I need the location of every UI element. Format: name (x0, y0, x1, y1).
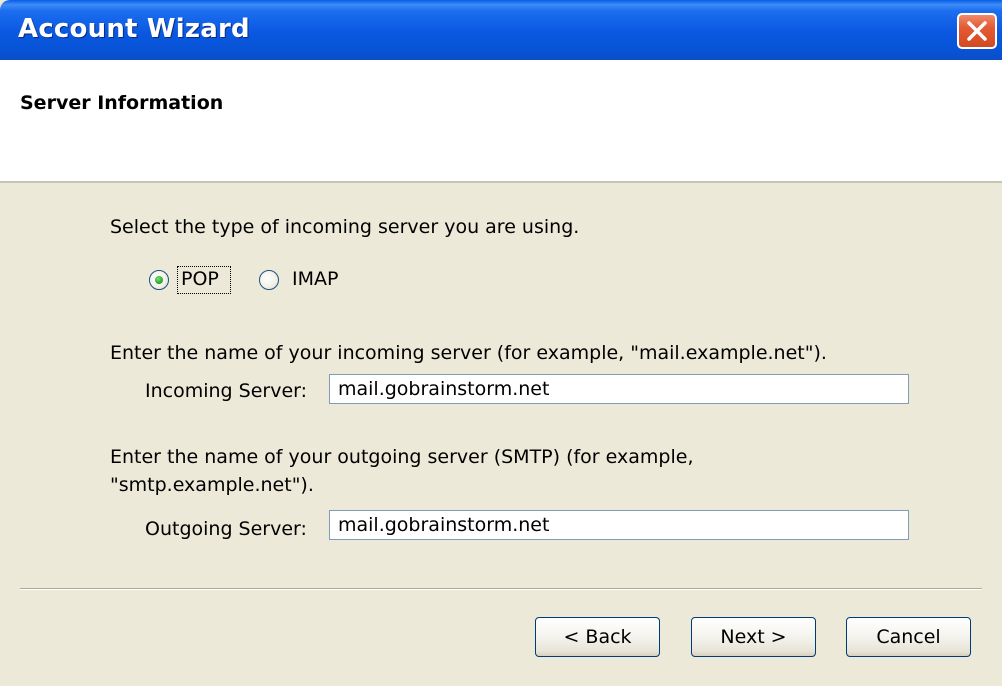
outgoing-server-prompt-line2: "smtp.example.net"). (110, 474, 314, 496)
outgoing-server-prompt-line1: Enter the name of your outgoing server (… (110, 446, 694, 468)
incoming-server-input[interactable] (329, 374, 909, 404)
server-type-prompt: Select the type of incoming server you a… (110, 216, 580, 238)
imap-radio[interactable] (259, 270, 279, 290)
outgoing-server-label: Outgoing Server: (145, 518, 307, 540)
page-title: Server Information (20, 92, 224, 114)
wizard-header: Server Information (0, 60, 1002, 183)
button-separator (20, 588, 982, 590)
next-button[interactable]: Next > (691, 617, 816, 657)
pop-radio-label[interactable]: POP (181, 268, 219, 290)
incoming-server-prompt: Enter the name of your incoming server (… (110, 342, 827, 364)
incoming-server-label: Incoming Server: (145, 380, 308, 402)
title-bar[interactable]: Account Wizard (0, 0, 1002, 60)
radio-selected-dot (155, 276, 163, 284)
pop-radio[interactable] (149, 270, 169, 290)
cancel-button[interactable]: Cancel (846, 617, 971, 657)
back-button[interactable]: < Back (535, 617, 660, 657)
account-wizard-window: Account Wizard Server Information Select… (0, 0, 1002, 686)
imap-radio-label[interactable]: IMAP (292, 268, 338, 290)
window-title: Account Wizard (18, 14, 250, 44)
close-button[interactable] (957, 13, 997, 49)
close-icon (967, 21, 987, 41)
outgoing-server-input[interactable] (329, 510, 909, 540)
